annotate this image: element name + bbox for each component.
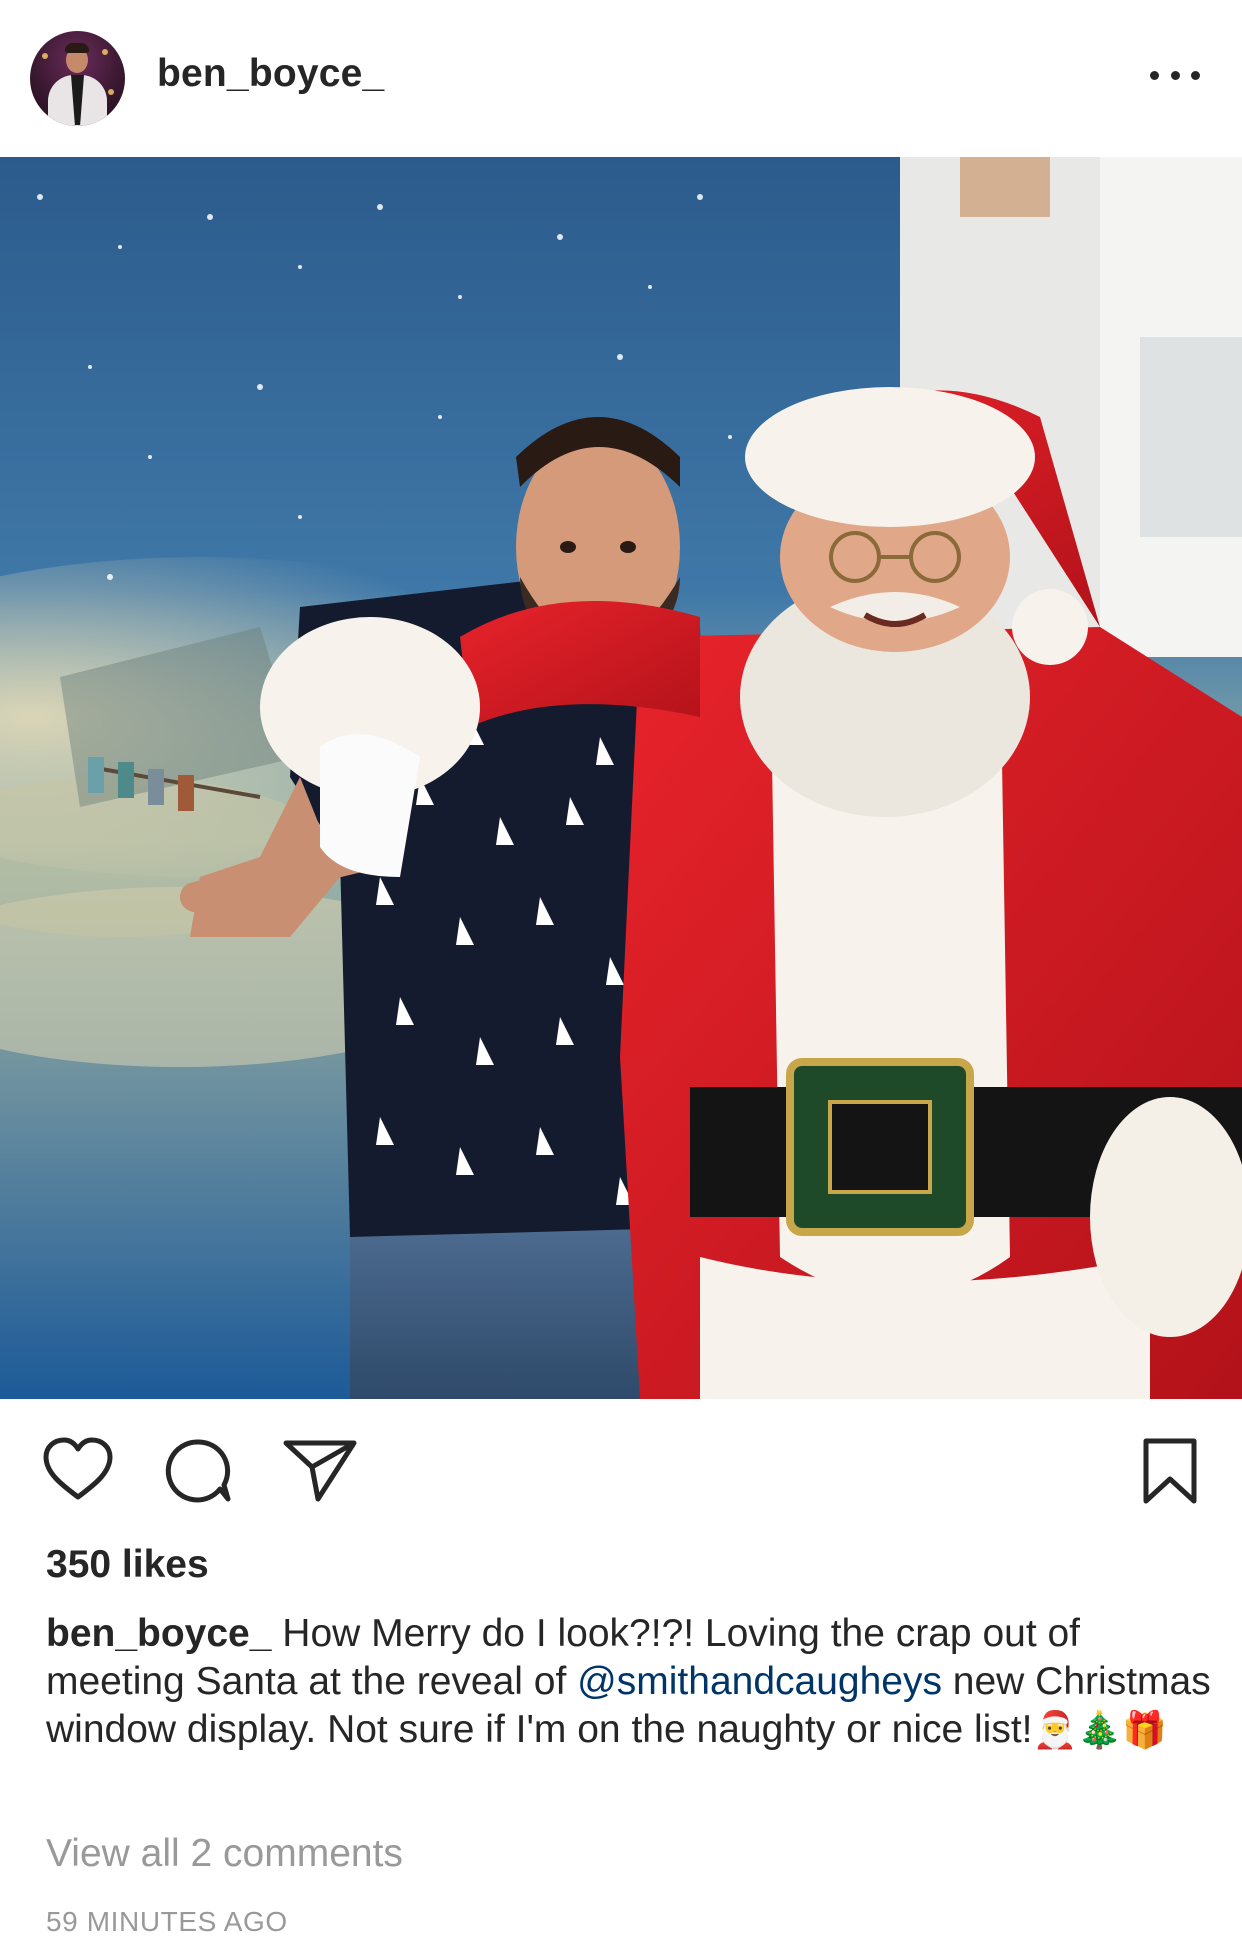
caption-emojis: 🎅🎄🎁: [1032, 1709, 1168, 1750]
post-caption: ben_boyce_ How Merry do I look?!?! Lovin…: [46, 1610, 1216, 1754]
post-timestamp: 59 MINUTES AGO: [46, 1906, 288, 1937]
post-photo-illustration: [0, 157, 1242, 1399]
post-photo[interactable]: [0, 157, 1242, 1399]
heart-icon[interactable]: [42, 1437, 114, 1501]
profile-avatar[interactable]: [30, 31, 125, 126]
likes-count[interactable]: 350 likes: [46, 1543, 209, 1587]
post-header: ben_boyce_: [0, 0, 1242, 158]
avatar-light: [42, 53, 48, 59]
caption-mention[interactable]: @smithandcaugheys: [577, 1660, 942, 1703]
more-dot: [1150, 70, 1159, 80]
avatar-light: [108, 89, 114, 95]
comment-icon[interactable]: [162, 1437, 234, 1503]
post-username[interactable]: ben_boyce_: [157, 52, 384, 96]
more-dot: [1170, 70, 1180, 80]
avatar-light: [102, 49, 108, 55]
avatar-hair: [65, 43, 89, 53]
view-comments-link[interactable]: View all 2 comments: [46, 1832, 403, 1876]
bookmark-icon[interactable]: [1140, 1437, 1200, 1505]
share-icon[interactable]: [282, 1437, 358, 1503]
action-bar: [0, 1399, 1242, 1549]
more-dot: [1191, 70, 1200, 80]
more-options-icon[interactable]: [1150, 60, 1200, 90]
caption-username[interactable]: ben_boyce_: [46, 1612, 271, 1655]
